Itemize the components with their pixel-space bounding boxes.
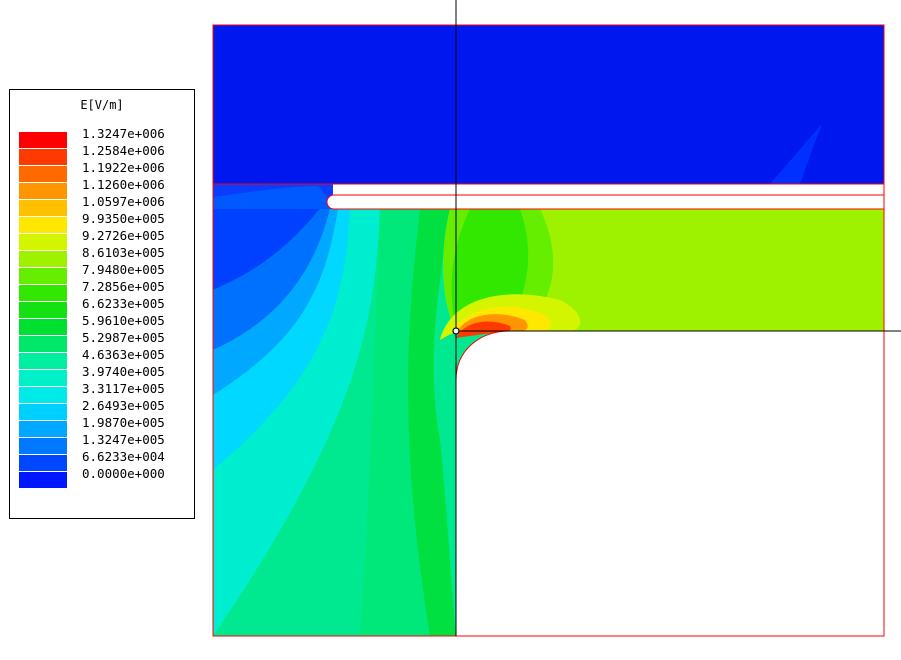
cursor-point[interactable] — [452, 327, 460, 335]
field-plot[interactable] — [0, 0, 901, 660]
gap-slot — [326, 194, 885, 210]
upper-region — [213, 25, 884, 184]
lower-field — [213, 209, 884, 636]
